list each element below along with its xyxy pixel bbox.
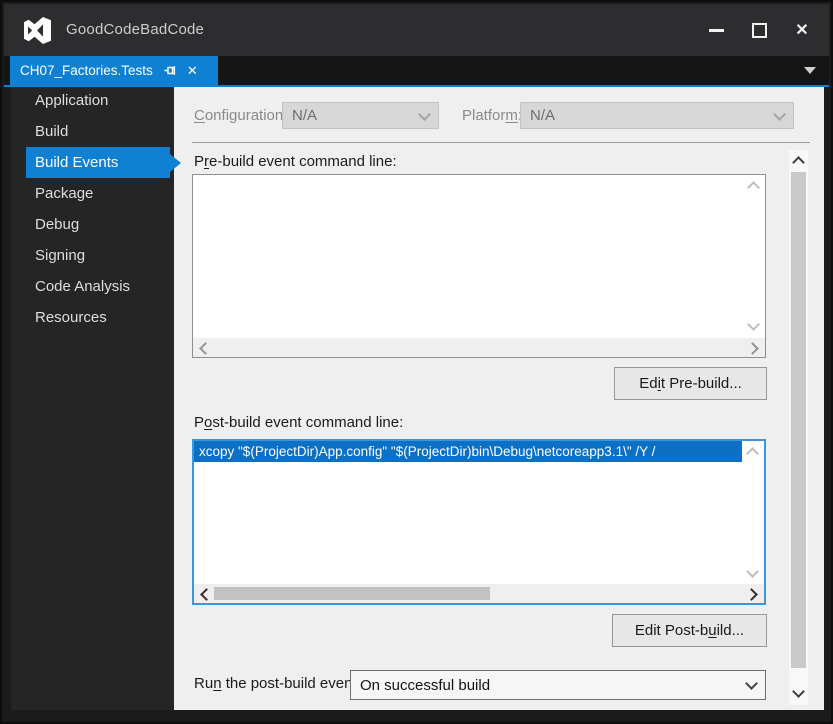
- postbuild-label: Post-build event command line:: [194, 414, 404, 431]
- textarea-scroll-down-icon[interactable]: [747, 318, 760, 331]
- properties-sidebar: Application Build Build Events Package Debug…: [11, 87, 174, 710]
- chevron-down-icon: [418, 107, 431, 121]
- platform-value: N/A: [530, 107, 556, 124]
- vs-window: GoodCodeBadCode ✕ CH07_Factories.Tests ✕: [0, 0, 833, 724]
- scroll-down-icon[interactable]: [792, 685, 805, 698]
- sidebar-item-signing[interactable]: Signing: [11, 240, 174, 271]
- scroll-right-icon[interactable]: [746, 342, 759, 355]
- sidebar-item-label: Signing: [35, 247, 86, 264]
- configuration-label: Configuration:: [194, 107, 288, 124]
- tab-label: CH07_Factories.Tests: [20, 63, 153, 78]
- platform-label: Platform:: [462, 107, 522, 124]
- scroll-left-icon[interactable]: [199, 342, 212, 355]
- scrollbar-thumb[interactable]: [214, 587, 490, 600]
- chevron-down-icon: [745, 677, 758, 690]
- run-postbuild-event-value: On successful build: [360, 676, 491, 694]
- build-events-panel: Configuration: N/A Platform: N/A Pre-bui…: [174, 87, 824, 710]
- document-tab[interactable]: CH07_Factories.Tests ✕: [10, 56, 218, 85]
- configuration-select: N/A: [282, 102, 439, 129]
- sidebar-item-build-events[interactable]: Build Events: [26, 147, 170, 178]
- section-divider: [192, 142, 810, 143]
- pin-icon[interactable]: [163, 63, 178, 78]
- textarea-scroll-up-icon[interactable]: [747, 181, 760, 194]
- sidebar-item-application[interactable]: Application: [11, 85, 174, 116]
- tab-close-icon[interactable]: ✕: [187, 64, 198, 77]
- prebuild-command-textarea[interactable]: [192, 174, 766, 358]
- window-title: GoodCodeBadCode: [66, 21, 205, 38]
- edit-postbuild-button[interactable]: Edit Post-b u ild...: [612, 614, 767, 647]
- sidebar-item-label: Build: [35, 123, 69, 140]
- postbuild-command-text-selected: xcopy "$(ProjectDir)App.config" "$(Proje…: [194, 441, 742, 462]
- sidebar-nav: Application Build Build Events Package Debug…: [11, 85, 174, 333]
- run-postbuild-event-label: Run the post-build event:: [194, 675, 361, 692]
- properties-page: Application Build Build Events Package Debug…: [11, 87, 824, 710]
- platform-select: N/A: [520, 102, 794, 129]
- scroll-right-icon[interactable]: [745, 588, 758, 601]
- minimize-button[interactable]: [699, 17, 733, 44]
- chevron-down-icon: [773, 107, 786, 121]
- accent-divider: [4, 85, 829, 87]
- sidebar-item-code-analysis[interactable]: Code Analysis: [11, 271, 174, 302]
- sidebar-item-label: Debug: [35, 216, 80, 233]
- window-controls: ✕: [699, 17, 819, 44]
- postbuild-command-textarea[interactable]: xcopy "$(ProjectDir)App.config" "$(Proje…: [192, 439, 766, 605]
- textarea-scroll-up-icon[interactable]: [746, 447, 759, 460]
- textarea-scroll-down-icon[interactable]: [746, 565, 759, 578]
- panel-vertical-scrollbar[interactable]: [789, 150, 808, 705]
- close-button[interactable]: ✕: [785, 17, 819, 44]
- run-postbuild-event-select[interactable]: On successful build: [350, 670, 766, 700]
- sidebar-item-build[interactable]: Build: [11, 116, 174, 147]
- sidebar-item-label: Package: [35, 185, 94, 202]
- maximize-icon: [751, 23, 767, 38]
- textarea-horizontal-scrollbar[interactable]: [193, 338, 765, 357]
- scroll-left-icon[interactable]: [200, 588, 213, 601]
- sidebar-item-label: Build Events: [35, 154, 119, 171]
- sidebar-item-package[interactable]: Package: [11, 178, 174, 209]
- sidebar-item-label: Code Analysis: [35, 278, 131, 295]
- tab-overflow-dropdown-icon[interactable]: [804, 67, 816, 74]
- prebuild-command-text: [193, 182, 203, 188]
- edit-prebuild-button[interactable]: Ed i t Pre-build...: [614, 367, 767, 400]
- sidebar-item-resources[interactable]: Resources: [11, 302, 174, 333]
- sidebar-item-debug[interactable]: Debug: [11, 209, 174, 240]
- textarea-horizontal-scrollbar[interactable]: [194, 584, 764, 603]
- scrollbar-thumb[interactable]: [791, 172, 806, 668]
- visual-studio-logo-icon: [24, 17, 51, 44]
- configuration-value: N/A: [292, 107, 318, 124]
- document-tab-strip: CH07_Factories.Tests ✕: [4, 56, 829, 85]
- prebuild-label: Pre-build event command line:: [194, 153, 397, 170]
- sidebar-item-label: Application: [35, 92, 109, 109]
- sidebar-item-label: Resources: [35, 309, 107, 326]
- close-icon: ✕: [795, 21, 809, 39]
- minimize-icon: [708, 29, 724, 32]
- scroll-up-icon[interactable]: [792, 156, 805, 169]
- maximize-button[interactable]: [742, 17, 776, 44]
- title-bar: GoodCodeBadCode ✕: [4, 4, 829, 56]
